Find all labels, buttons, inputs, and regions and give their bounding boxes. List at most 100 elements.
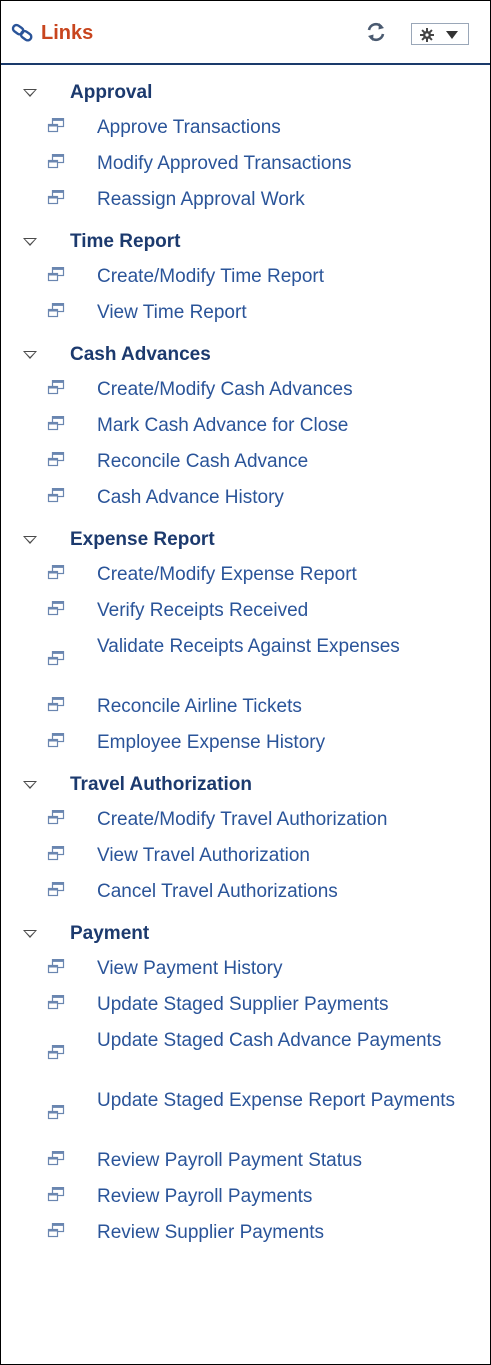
link-item[interactable]: Review Supplier Payments	[1, 1215, 490, 1251]
link-item[interactable]: Update Staged Supplier Payments	[1, 987, 490, 1023]
link-label[interactable]: Review Payroll Payment Status	[1, 1143, 490, 1174]
collapse-triangle-icon[interactable]	[23, 351, 37, 359]
link-label[interactable]: Create/Modify Travel Authorization	[1, 802, 490, 833]
group-title: Travel Authorization	[70, 774, 252, 795]
link-item[interactable]: Create/Modify Expense Report	[1, 557, 490, 593]
options-menu-button[interactable]	[411, 23, 469, 45]
group-header[interactable]: Expense Report	[1, 522, 490, 557]
link-label[interactable]: Employee Expense History	[1, 725, 490, 756]
new-window-icon	[47, 650, 65, 667]
new-window-icon	[47, 809, 65, 826]
chevron-down-icon	[446, 31, 458, 39]
link-label[interactable]: View Travel Authorization	[1, 838, 490, 869]
pagelet-header: Links	[1, 1, 490, 65]
new-window-icon	[47, 732, 65, 749]
link-item[interactable]: Create/Modify Cash Advances	[1, 372, 490, 408]
group-header[interactable]: Approval	[1, 75, 490, 110]
new-window-icon	[47, 958, 65, 975]
link-label[interactable]: Update Staged Supplier Payments	[1, 987, 490, 1018]
link-item[interactable]: Mark Cash Advance for Close	[1, 408, 490, 444]
link-label[interactable]: Cancel Travel Authorizations	[1, 874, 490, 905]
link-item[interactable]: Update Staged Cash Advance Payments	[1, 1023, 490, 1083]
link-item[interactable]: View Time Report	[1, 295, 490, 331]
link-label[interactable]: Create/Modify Time Report	[1, 259, 490, 290]
link-label[interactable]: Modify Approved Transactions	[1, 146, 490, 177]
collapse-triangle-icon[interactable]	[23, 781, 37, 789]
new-window-icon	[47, 189, 65, 206]
link-label[interactable]: Update Staged Expense Report Payments	[1, 1083, 490, 1114]
link-item[interactable]: View Travel Authorization	[1, 838, 490, 874]
link-item[interactable]: Employee Expense History	[1, 725, 490, 761]
link-item[interactable]: Modify Approved Transactions	[1, 146, 490, 182]
link-label[interactable]: Approve Transactions	[1, 110, 490, 141]
link-label[interactable]: Create/Modify Expense Report	[1, 557, 490, 588]
link-item[interactable]: Create/Modify Travel Authorization	[1, 802, 490, 838]
link-item[interactable]: Verify Receipts Received	[1, 593, 490, 629]
new-window-icon	[47, 153, 65, 170]
collapse-triangle-icon[interactable]	[23, 930, 37, 938]
link-item[interactable]: Update Staged Expense Report Payments	[1, 1083, 490, 1143]
link-label[interactable]: View Payment History	[1, 951, 490, 982]
refresh-icon[interactable]	[365, 21, 387, 43]
new-window-icon	[47, 1150, 65, 1167]
group-title: Time Report	[70, 231, 181, 252]
link-item[interactable]: Approve Transactions	[1, 110, 490, 146]
link-label[interactable]: Create/Modify Cash Advances	[1, 372, 490, 403]
new-window-icon	[47, 1104, 65, 1121]
link-group: Cash Advances Create/Modify Cash Advances…	[1, 337, 490, 516]
new-window-icon	[47, 696, 65, 713]
link-label[interactable]: View Time Report	[1, 295, 490, 326]
collapse-triangle-icon[interactable]	[23, 238, 37, 246]
link-label[interactable]: Review Payroll Payments	[1, 1179, 490, 1210]
link-label[interactable]: Reassign Approval Work	[1, 182, 490, 213]
link-icon	[11, 23, 35, 43]
group-header[interactable]: Payment	[1, 916, 490, 951]
group-title: Payment	[70, 923, 150, 944]
new-window-icon	[47, 379, 65, 396]
link-group: Approval Approve Transactions Modify Appro…	[1, 75, 490, 218]
new-window-icon	[47, 487, 65, 504]
link-group: Payment View Payment History Update Staged…	[1, 916, 490, 1251]
group-title: Cash Advances	[70, 344, 211, 365]
link-item[interactable]: Review Payroll Payment Status	[1, 1143, 490, 1179]
link-item[interactable]: Validate Receipts Against Expenses	[1, 629, 490, 689]
new-window-icon	[47, 1044, 65, 1061]
link-item[interactable]: Review Payroll Payments	[1, 1179, 490, 1215]
link-group: Travel Authorization Create/Modify Travel…	[1, 767, 490, 910]
link-item[interactable]: Cancel Travel Authorizations	[1, 874, 490, 910]
link-label[interactable]: Cash Advance History	[1, 480, 490, 511]
link-item[interactable]: Create/Modify Time Report	[1, 259, 490, 295]
link-label[interactable]: Verify Receipts Received	[1, 593, 490, 624]
new-window-icon	[47, 564, 65, 581]
link-label[interactable]: Validate Receipts Against Expenses	[1, 629, 490, 660]
collapse-triangle-icon[interactable]	[23, 89, 37, 97]
group-header[interactable]: Travel Authorization	[1, 767, 490, 802]
new-window-icon	[47, 600, 65, 617]
page-title: Links	[41, 22, 94, 44]
links-pagelet: Links Approval Approve Transactions Modi…	[0, 0, 491, 1365]
link-item[interactable]: Cash Advance History	[1, 480, 490, 516]
link-label[interactable]: Reconcile Cash Advance	[1, 444, 490, 475]
new-window-icon	[47, 881, 65, 898]
link-item[interactable]: Reconcile Cash Advance	[1, 444, 490, 480]
new-window-icon	[47, 451, 65, 468]
group-title: Expense Report	[70, 529, 215, 550]
group-title: Approval	[70, 82, 153, 103]
link-label[interactable]: Mark Cash Advance for Close	[1, 408, 490, 439]
group-header[interactable]: Time Report	[1, 224, 490, 259]
link-item[interactable]: Reassign Approval Work	[1, 182, 490, 218]
link-label[interactable]: Review Supplier Payments	[1, 1215, 490, 1246]
new-window-icon	[47, 302, 65, 319]
new-window-icon	[47, 1222, 65, 1239]
link-label[interactable]: Reconcile Airline Tickets	[1, 689, 490, 720]
group-header[interactable]: Cash Advances	[1, 337, 490, 372]
gear-icon	[420, 28, 434, 42]
link-item[interactable]: View Payment History	[1, 951, 490, 987]
link-label[interactable]: Update Staged Cash Advance Payments	[1, 1023, 490, 1054]
new-window-icon	[47, 845, 65, 862]
new-window-icon	[47, 994, 65, 1011]
collapse-triangle-icon[interactable]	[23, 536, 37, 544]
new-window-icon	[47, 1186, 65, 1203]
new-window-icon	[47, 117, 65, 134]
link-item[interactable]: Reconcile Airline Tickets	[1, 689, 490, 725]
